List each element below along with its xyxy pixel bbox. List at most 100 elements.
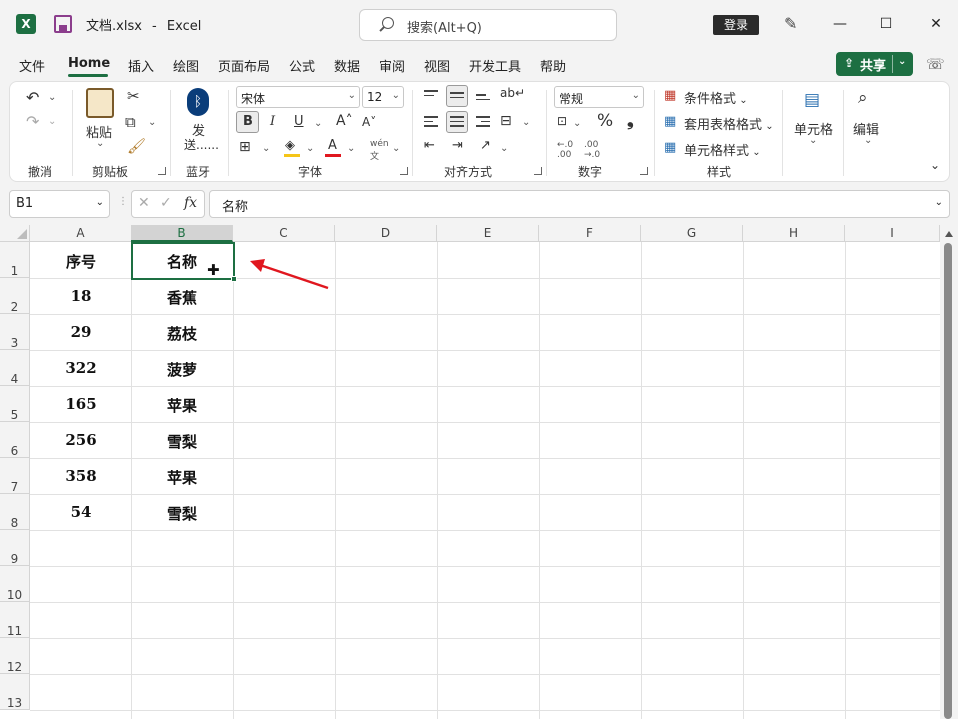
- decrease-indent-icon[interactable]: ⇤: [424, 138, 435, 153]
- row-header-2[interactable]: 2: [0, 278, 30, 314]
- format-table-icon[interactable]: ▦: [664, 114, 676, 129]
- close-button[interactable]: ✕: [926, 14, 946, 34]
- column-header-c[interactable]: C: [233, 225, 335, 242]
- clipboard-launcher-icon[interactable]: [158, 167, 166, 175]
- tab-developer[interactable]: 开发工具: [469, 56, 521, 75]
- cut-icon[interactable]: ✂: [127, 87, 140, 105]
- align-bottom-icon[interactable]: [476, 94, 490, 103]
- borders-dropdown-icon[interactable]: ⌄: [262, 143, 270, 154]
- align-top-icon[interactable]: [424, 90, 438, 99]
- row-header-12[interactable]: 12: [0, 638, 30, 674]
- undo-icon[interactable]: ↶: [26, 88, 39, 107]
- tab-home[interactable]: Home: [68, 56, 110, 71]
- column-header-g[interactable]: G: [641, 225, 743, 242]
- minimize-button[interactable]: —: [830, 14, 850, 34]
- column-header-d[interactable]: D: [335, 225, 437, 242]
- select-all-corner[interactable]: [0, 225, 30, 242]
- conditional-format-icon[interactable]: ▦: [664, 88, 676, 103]
- cancel-icon[interactable]: ✕: [138, 195, 150, 211]
- comma-style-icon[interactable]: ❟: [627, 111, 634, 131]
- edit-dropdown-icon[interactable]: ⌄: [864, 135, 872, 146]
- font-name-select[interactable]: 宋体 ⌄: [236, 86, 360, 108]
- row-header-3[interactable]: 3: [0, 314, 30, 350]
- copy-icon[interactable]: ⧉: [125, 113, 136, 131]
- name-box[interactable]: B1 ⌄: [9, 190, 110, 218]
- borders-icon[interactable]: ⊞: [239, 139, 251, 155]
- orientation-dropdown-icon[interactable]: ⌄: [500, 143, 508, 154]
- alignment-launcher-icon[interactable]: [534, 167, 542, 175]
- row-header-4[interactable]: 4: [0, 350, 30, 386]
- row-header-1[interactable]: 1: [0, 242, 30, 278]
- tab-page-layout[interactable]: 页面布局: [218, 56, 270, 75]
- comment-icon[interactable]: ☏: [926, 55, 946, 73]
- spreadsheet-grid[interactable]: A B C D E F G H I 1 2 3 4 5 6 7 8 9 10 11 12 13 序号 名称 18 香蕉 29 荔枝 32…: [0, 225, 958, 719]
- share-button[interactable]: ⇪ 共享 ⌄: [836, 52, 913, 76]
- undo-dropdown-icon[interactable]: ⌄: [48, 92, 56, 103]
- accounting-dropdown-icon[interactable]: ⌄: [573, 118, 581, 129]
- cell-style-button[interactable]: 单元格样式 ⌄: [684, 140, 761, 159]
- increase-indent-icon[interactable]: ⇥: [452, 138, 463, 153]
- row-header-6[interactable]: 6: [0, 422, 30, 458]
- column-header-i[interactable]: I: [845, 225, 940, 242]
- font-size-select[interactable]: 12 ⌄: [362, 86, 404, 108]
- merge-center-icon[interactable]: ⊟: [500, 113, 512, 129]
- tab-review[interactable]: 审阅: [379, 56, 405, 75]
- row-header-9[interactable]: 9: [0, 530, 30, 566]
- font-color-icon[interactable]: A: [328, 138, 337, 153]
- increase-decimal-icon[interactable]: ←.0.00: [557, 140, 573, 160]
- conditional-format-button[interactable]: 条件格式 ⌄: [684, 88, 748, 107]
- cell-b6[interactable]: 雪梨: [131, 431, 233, 452]
- maximize-button[interactable]: ☐: [876, 14, 896, 34]
- cell-a1[interactable]: 序号: [30, 251, 132, 272]
- phonetic-icon[interactable]: wén 文: [370, 139, 389, 162]
- search-input[interactable]: 搜索(Alt+Q): [359, 9, 617, 41]
- row-header-13[interactable]: 13: [0, 674, 30, 710]
- row-header-10[interactable]: 10: [0, 566, 30, 602]
- decrease-decimal-icon[interactable]: .00 →.0: [584, 140, 600, 160]
- fill-color-icon[interactable]: ◈: [285, 138, 295, 153]
- cell-b4[interactable]: 菠萝: [131, 359, 233, 380]
- number-format-select[interactable]: 常规 ⌄: [554, 86, 644, 108]
- cell-b7[interactable]: 苹果: [131, 467, 233, 488]
- shrink-font-icon[interactable]: A˅: [362, 115, 376, 129]
- phonetic-dropdown-icon[interactable]: ⌄: [392, 143, 400, 154]
- align-left-icon[interactable]: [424, 116, 438, 130]
- tab-file[interactable]: 文件: [19, 56, 45, 75]
- cell-a6[interactable]: 256: [30, 431, 132, 449]
- paste-icon[interactable]: [86, 88, 114, 118]
- tab-data[interactable]: 数据: [334, 56, 360, 75]
- cell-b3[interactable]: 荔枝: [131, 323, 233, 344]
- cell-b5[interactable]: 苹果: [131, 395, 233, 416]
- column-header-h[interactable]: H: [743, 225, 845, 242]
- font-launcher-icon[interactable]: [400, 167, 408, 175]
- cell-a2[interactable]: 18: [30, 287, 132, 305]
- column-header-b[interactable]: B: [131, 225, 233, 242]
- format-painter-icon[interactable]: 🖌: [127, 137, 146, 155]
- underline-button[interactable]: U: [294, 114, 304, 129]
- column-header-f[interactable]: F: [539, 225, 641, 242]
- cell-a8[interactable]: 54: [30, 503, 132, 521]
- cell-b8[interactable]: 雪梨: [131, 503, 233, 524]
- merge-dropdown-icon[interactable]: ⌄: [522, 117, 530, 128]
- tab-insert[interactable]: 插入: [128, 56, 154, 75]
- cell-a5[interactable]: 165: [30, 395, 132, 413]
- tab-draw[interactable]: 绘图: [173, 56, 199, 75]
- send-label-2[interactable]: 送......: [184, 136, 219, 153]
- redo-icon[interactable]: ↷: [26, 112, 39, 131]
- bluetooth-icon[interactable]: ᛒ: [187, 88, 209, 116]
- cells-dropdown-icon[interactable]: ⌄: [809, 135, 817, 146]
- redo-dropdown-icon[interactable]: ⌄: [48, 116, 56, 127]
- fill-handle[interactable]: [231, 276, 237, 282]
- cells-icon[interactable]: ▤: [804, 90, 820, 110]
- login-button[interactable]: 登录: [713, 15, 759, 35]
- paste-dropdown-icon[interactable]: ⌄: [96, 138, 104, 149]
- tab-help[interactable]: 帮助: [540, 56, 566, 75]
- scroll-up-icon[interactable]: [945, 231, 953, 237]
- find-icon[interactable]: ⌕: [858, 88, 868, 108]
- tab-formulas[interactable]: 公式: [289, 56, 315, 75]
- copy-dropdown-icon[interactable]: ⌄: [148, 117, 156, 128]
- designer-pen-icon[interactable]: ✎: [784, 14, 802, 33]
- row-header-5[interactable]: 5: [0, 386, 30, 422]
- cell-a3[interactable]: 29: [30, 323, 132, 341]
- column-header-a[interactable]: A: [30, 225, 132, 242]
